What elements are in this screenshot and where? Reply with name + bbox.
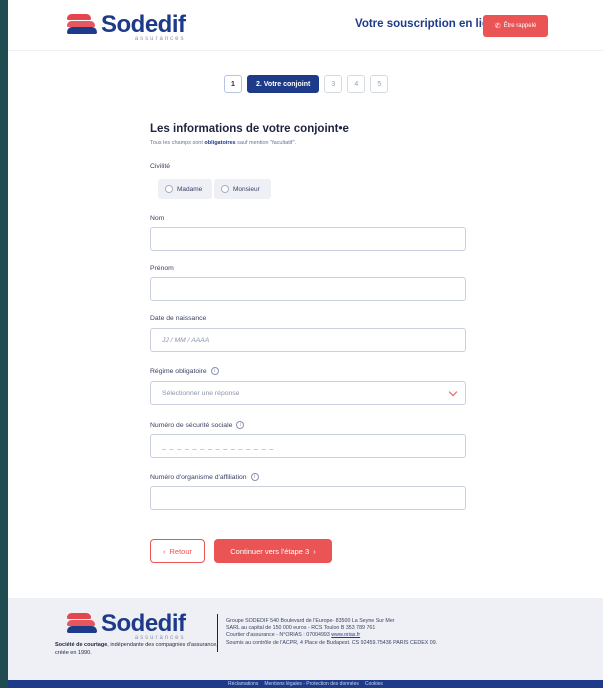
link-reclamations[interactable]: Réclamations — [228, 681, 258, 687]
logo-name: Sodedif — [101, 610, 186, 637]
form-hint: Tous les champs sont obligatoires sauf m… — [150, 140, 297, 146]
birthdate-input[interactable]: JJ / MM / AAAA — [150, 328, 466, 352]
chevron-down-icon — [448, 387, 458, 397]
prenom-label: Prénom — [150, 265, 174, 272]
link-cookies[interactable]: Cookies — [365, 681, 383, 687]
step-1[interactable]: 1 — [224, 75, 242, 93]
continue-label: Continuer vers l'étape 3 — [230, 546, 310, 556]
step-2[interactable]: 2. Votre conjoint — [247, 75, 320, 93]
orias-link[interactable]: www.orias.fr — [331, 632, 360, 638]
radio-madame[interactable]: Madame — [158, 179, 212, 199]
step-3: 3 — [324, 75, 343, 93]
stepper: 1 2. Votre conjoint 3 4 5 — [224, 75, 389, 93]
step-5: 5 — [370, 75, 389, 93]
info-icon[interactable]: i — [210, 367, 219, 375]
sodedif-logo[interactable]: Sodedif assurances — [67, 13, 186, 42]
logo-sub: assurances — [134, 635, 186, 641]
chevron-left-icon: ‹ — [162, 546, 166, 556]
prenom-input[interactable] — [150, 277, 466, 301]
link-mentions[interactable]: Mentions légales - Protection des donnée… — [264, 681, 359, 687]
nom-input[interactable] — [150, 227, 466, 251]
header-title: Votre souscription en ligne — [355, 18, 503, 30]
back-label: Retour — [169, 546, 192, 556]
regime-select-value: Sélectionner une réponse — [162, 389, 240, 397]
regime-select[interactable]: Sélectionner une réponse — [150, 381, 466, 405]
callback-label: Être rappelé — [503, 23, 537, 29]
footer-company-info: Groupe SODEDIF 540 Boulevard de l'Europe… — [226, 618, 438, 646]
header: Sodedif assurances Votre souscription en… — [8, 0, 603, 50]
nom-label: Nom — [150, 215, 165, 222]
logo-mark-icon — [67, 612, 97, 634]
footer-tagline: Société de courtage, indépendante des co… — [55, 642, 218, 656]
regime-label: Régime obligatoire i — [150, 367, 219, 375]
organisme-input[interactable] — [150, 486, 466, 510]
organisme-label: Numéro d'organisme d'affiliation i — [150, 473, 259, 481]
radio-monsieur-label: Monsieur — [233, 185, 260, 193]
footer-divider — [217, 614, 218, 652]
info-icon[interactable]: i — [250, 473, 259, 481]
callback-button[interactable]: ✆ Être rappelé — [483, 15, 548, 37]
secu-input[interactable]: _ _ _ _ _ _ _ _ _ _ _ _ _ _ _ — [150, 434, 466, 458]
logo-mark-icon — [67, 13, 97, 35]
footer-logo[interactable]: Sodedif assurances — [67, 612, 186, 641]
form-title: Les informations de votre conjoint•e — [150, 123, 349, 135]
chevron-right-icon: › — [313, 546, 316, 556]
phone-icon: ✆ — [494, 23, 501, 30]
footer: Sodedif assurances Société de courtage, … — [8, 598, 603, 680]
legal-bar: Réclamations Mentions légales - Protecti… — [8, 680, 603, 688]
radio-monsieur[interactable]: Monsieur — [214, 179, 271, 199]
spouse-form: Les informations de votre conjoint•e Tou… — [150, 123, 466, 510]
radio-madame-label: Madame — [177, 185, 203, 193]
form-card: 1 2. Votre conjoint 3 4 5 Les informatio… — [8, 50, 603, 599]
back-button[interactable]: ‹ Retour — [150, 539, 205, 563]
logo-name: Sodedif — [101, 11, 186, 38]
civilite-label: Civilité — [150, 163, 171, 170]
continue-button[interactable]: Continuer vers l'étape 3 › — [214, 539, 332, 563]
step-4: 4 — [347, 75, 366, 93]
secu-label: Numéro de sécurité sociale i — [150, 421, 245, 429]
naissance-label: Date de naissance — [150, 315, 207, 322]
radio-circle-icon — [221, 185, 229, 193]
info-icon[interactable]: i — [236, 421, 245, 429]
logo-sub: assurances — [134, 36, 186, 42]
page: Sodedif assurances Votre souscription en… — [8, 0, 603, 688]
radio-circle-icon — [165, 185, 173, 193]
